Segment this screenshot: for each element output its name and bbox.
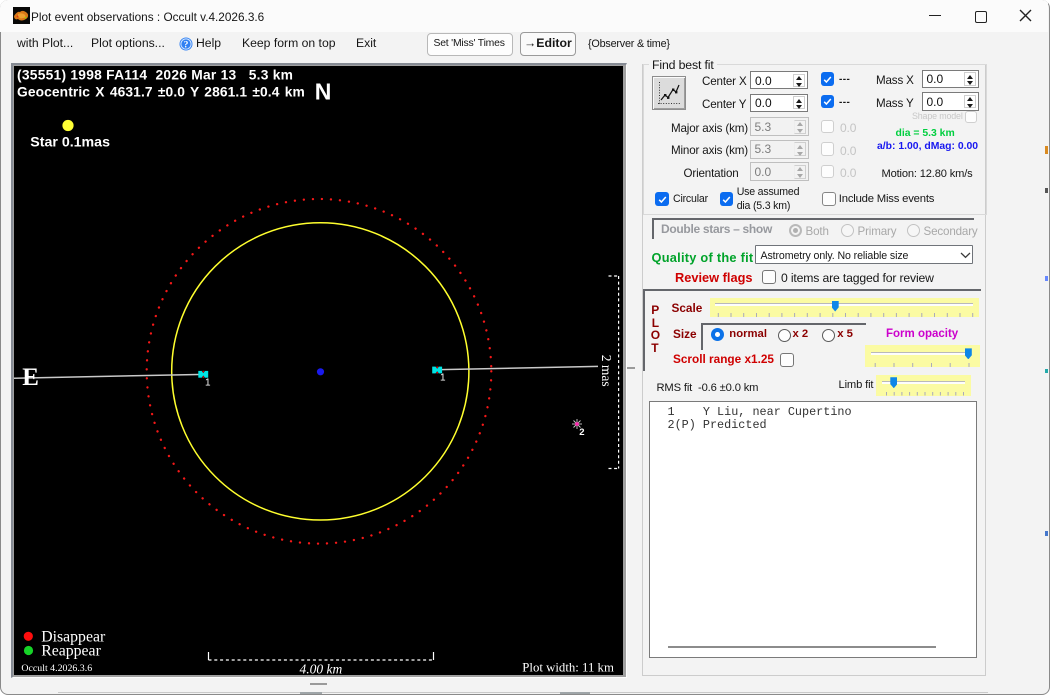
svg-text:Plot width: 11 km: Plot width: 11 km <box>522 661 614 675</box>
svg-text:1: 1 <box>440 373 446 384</box>
svg-text:1: 1 <box>205 377 211 388</box>
svg-text:2 mas: 2 mas <box>599 355 614 387</box>
svg-text:E: E <box>22 364 39 391</box>
svg-text:N: N <box>315 79 332 105</box>
svg-text:2: 2 <box>579 427 584 438</box>
svg-text:4.00 km: 4.00 km <box>300 661 343 675</box>
svg-text:Star 0.1mas: Star 0.1mas <box>30 134 110 150</box>
svg-text:Reappear: Reappear <box>41 642 101 659</box>
svg-text:?: ? <box>183 40 188 50</box>
svg-text:(35551) 1998 FA114 2026 Mar 1: (35551) 1998 FA114 2026 Mar 13 5.3 km <box>17 68 293 83</box>
svg-text:Occult 4.2026.3.6: Occult 4.2026.3.6 <box>21 663 92 674</box>
svg-text:Geocentric X 4631.7 ±0.0 Y 286: Geocentric X 4631.7 ±0.0 Y 2861.1 ±0.4 k… <box>17 85 305 100</box>
